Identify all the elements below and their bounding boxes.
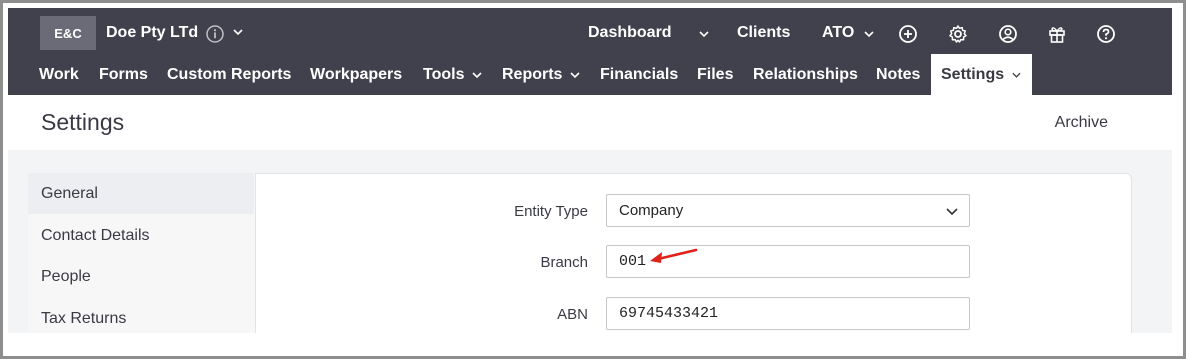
nav-financials[interactable]: Financials <box>600 54 678 95</box>
nav-workpapers[interactable]: Workpapers <box>310 54 402 95</box>
abn-value: 69745433421 <box>619 305 719 322</box>
gift-icon[interactable] <box>1047 24 1067 44</box>
info-icon[interactable] <box>206 25 224 48</box>
settings-side-menu: General Contact Details People Tax Retur… <box>28 173 256 335</box>
chevron-down-icon[interactable] <box>698 27 718 47</box>
nav-settings-label: Settings <box>941 65 1005 83</box>
help-circle-icon[interactable] <box>1096 24 1116 44</box>
chevron-down-icon[interactable] <box>232 25 244 43</box>
page-header: Settings Archive <box>8 95 1172 151</box>
plus-circle-icon[interactable] <box>898 24 918 44</box>
firm-logo[interactable]: E&C <box>40 16 96 50</box>
chevron-down-icon <box>1012 72 1021 78</box>
nav-custom-reports[interactable]: Custom Reports <box>167 54 291 95</box>
ato-menu[interactable]: ATO <box>822 18 854 48</box>
abn-input[interactable]: 69745433421 <box>606 297 970 330</box>
nav-tools-label: Tools <box>423 65 465 83</box>
entity-name[interactable]: Doe Pty LTd <box>106 18 198 48</box>
nav-notes[interactable]: Notes <box>876 54 920 95</box>
chevron-down-icon <box>472 71 483 78</box>
side-item-general[interactable]: General <box>28 173 254 214</box>
abn-label: ABN <box>557 306 588 323</box>
main-nav: Work Forms Custom Reports Workpapers Too… <box>8 54 1172 95</box>
archive-button[interactable]: Archive <box>1055 114 1108 132</box>
nav-reports-label: Reports <box>502 65 563 83</box>
side-item-people[interactable]: People <box>28 256 254 297</box>
entity-type-select[interactable]: Company <box>606 194 970 227</box>
user-circle-icon[interactable] <box>998 24 1018 44</box>
side-item-contact-details[interactable]: Contact Details <box>28 215 254 256</box>
entity-type-value: Company <box>619 202 684 219</box>
branch-label: Branch <box>540 254 588 271</box>
chevron-down-icon[interactable] <box>863 27 883 47</box>
entity-type-label: Entity Type <box>514 203 588 220</box>
bottom-strip <box>8 333 1172 356</box>
nav-tools[interactable]: Tools <box>423 54 483 95</box>
clients-link[interactable]: Clients <box>737 18 790 48</box>
nav-work[interactable]: Work <box>39 54 79 95</box>
dashboard-link[interactable]: Dashboard <box>588 18 672 48</box>
page-title: Settings <box>41 109 125 135</box>
nav-reports[interactable]: Reports <box>502 54 581 95</box>
nav-forms[interactable]: Forms <box>99 54 148 95</box>
annotation-arrow <box>650 248 698 263</box>
nav-relationships[interactable]: Relationships <box>753 54 858 95</box>
chevron-down-icon <box>946 208 958 216</box>
nav-files[interactable]: Files <box>697 54 733 95</box>
chevron-down-icon <box>570 71 581 78</box>
nav-settings[interactable]: Settings <box>931 54 1032 95</box>
branch-value: 001 <box>619 253 647 270</box>
gear-icon[interactable] <box>948 24 968 44</box>
